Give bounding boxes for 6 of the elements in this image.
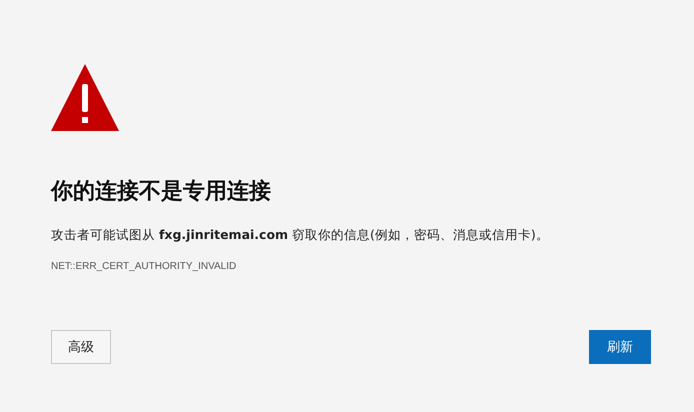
error-description: 攻击者可能试图从 fxg.jinritemai.com 窃取你的信息(例如，密码、消息或信用卡)。 [51,226,549,244]
advanced-button[interactable]: 高级 [51,330,111,364]
error-code: NET::ERR_CERT_AUTHORITY_INVALID [51,260,236,274]
refresh-button[interactable]: 刷新 [589,330,651,364]
error-title: 你的连接不是专用连接 [51,178,271,206]
warning-icon [51,64,119,131]
